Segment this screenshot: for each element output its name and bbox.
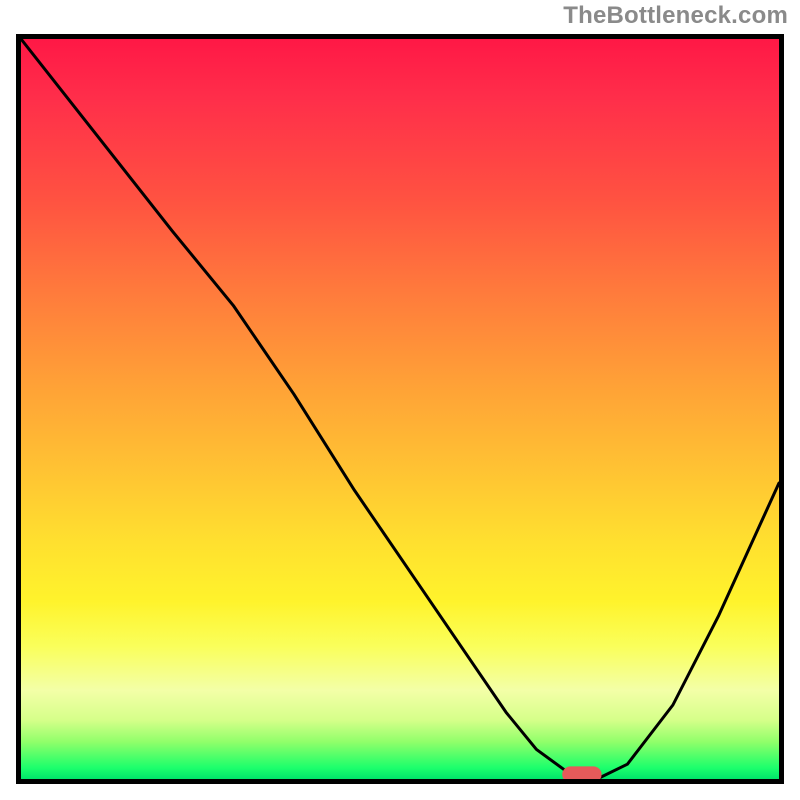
chart-stage: TheBottleneck.com [0, 0, 800, 800]
optimal-marker [562, 766, 601, 779]
plot-frame [16, 34, 784, 784]
curve-overlay [21, 39, 779, 779]
watermark-text: TheBottleneck.com [563, 2, 788, 30]
bottleneck-curve [21, 39, 779, 779]
